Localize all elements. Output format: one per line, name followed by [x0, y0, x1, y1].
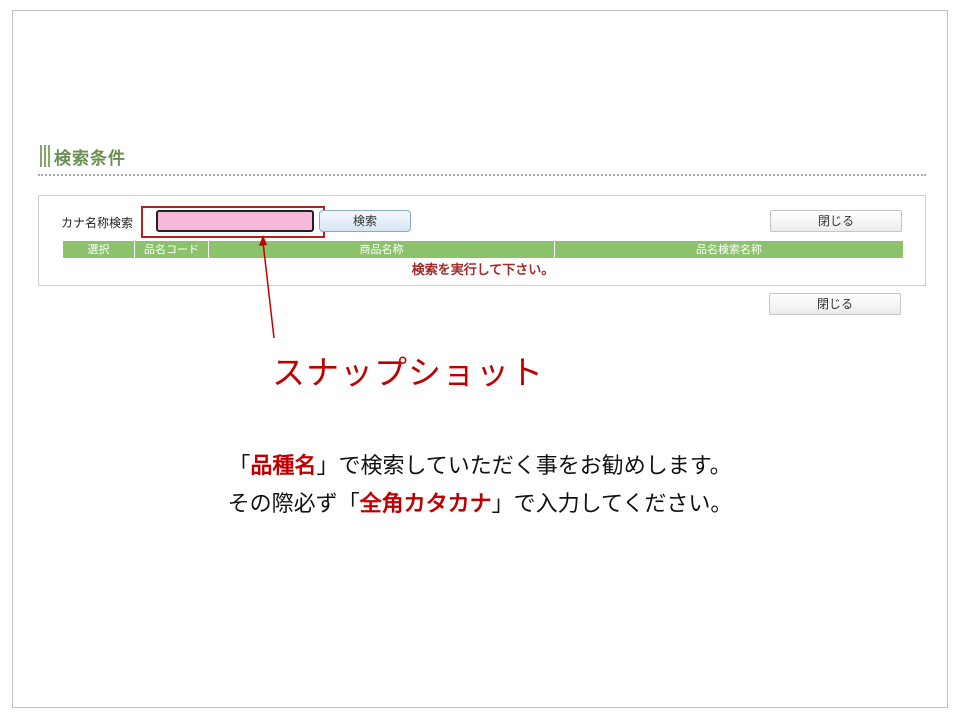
instruction-1-prefix: 「	[228, 454, 251, 479]
kana-search-input[interactable]	[156, 210, 314, 232]
instruction-2-suffix: 」で入力してください。	[491, 492, 733, 517]
close-button-bottom[interactable]: 閉じる	[769, 293, 901, 315]
close-button-top[interactable]: 閉じる	[770, 210, 902, 232]
instructions: 「品種名」で検索していただく事をお勧めします。 その際必ず「全角カタカナ」で入力…	[0, 448, 960, 524]
instruction-line-2: その際必ず「全角カタカナ」で入力してください。	[0, 486, 960, 524]
section-header: 検索条件	[40, 143, 126, 169]
column-header-select: 選択	[63, 241, 135, 258]
section-divider	[38, 174, 926, 176]
instruction-2-emphasis: 全角カタカナ	[359, 492, 492, 517]
instruction-1-emphasis: 品種名	[250, 454, 317, 479]
results-table-header: 選択 品名コード 商品名称 品名検索名称	[63, 241, 903, 258]
section-title: 検索条件	[54, 148, 126, 169]
section-header-bars-icon	[40, 145, 50, 167]
annotation-label: スナップショット	[272, 353, 544, 392]
results-empty-message: 検索を実行して下さい。	[411, 263, 555, 278]
instruction-line-1: 「品種名」で検索していただく事をお勧めします。	[0, 448, 960, 486]
instruction-1-suffix: 」で検索していただく事をお勧めします。	[316, 454, 732, 479]
search-panel: カナ名称検索 検索 閉じる 選択 品名コード 商品名称 品名検索名称 検索を実行…	[38, 195, 926, 286]
kana-search-label: カナ名称検索	[61, 216, 134, 230]
instruction-2-prefix: その際必ず「	[227, 492, 360, 517]
search-button[interactable]: 検索	[319, 210, 411, 232]
column-header-product-name: 商品名称	[209, 241, 555, 258]
column-header-search-name: 品名検索名称	[696, 243, 762, 256]
column-header-item-code: 品名コード	[135, 241, 209, 258]
